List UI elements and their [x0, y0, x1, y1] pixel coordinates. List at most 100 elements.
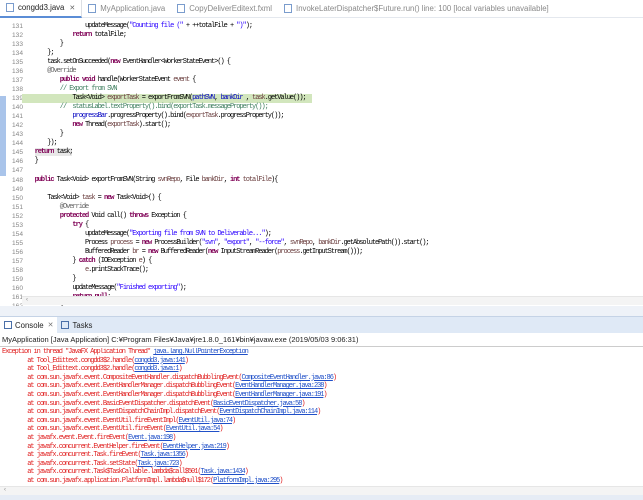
code-token: (IOException: [94, 257, 138, 265]
line-number: 134: [7, 49, 23, 58]
paren: ): [279, 477, 282, 484]
stack-frame: at javafx.concurrent.Task.fireEvent(Task…: [0, 451, 643, 460]
code-token: "Exporting file from SVN to Deliverable.…: [129, 230, 264, 238]
code-token: }: [22, 157, 38, 165]
source-link[interactable]: EventDispatchChainImpl.java:114: [219, 408, 317, 416]
close-icon[interactable]: ✕: [69, 4, 75, 12]
code-line: 152 protected Void call() throws Excepti…: [0, 212, 643, 221]
code-token: = exportFromSVN(: [139, 94, 193, 102]
tab-console[interactable]: Console✕: [0, 317, 57, 333]
editor-tab[interactable]: InvokeLaterDispatcher$Future.run() line:…: [278, 0, 555, 18]
code-token: .progressProperty().bind(: [107, 112, 186, 120]
editor-horizontal-scrollbar[interactable]: ‹: [22, 296, 643, 305]
source-link[interactable]: Task.java:723: [138, 460, 179, 468]
code-line: 160 updateMessage("Finished exporting");: [0, 284, 643, 293]
stack-frame: at com.sun.javafx.event.EventUtil.fireEv…: [0, 425, 643, 434]
at-prefix: at: [2, 357, 37, 365]
tab-tasks[interactable]: Tasks: [57, 317, 96, 333]
editor-tab[interactable]: congdd3.java✕: [0, 0, 82, 18]
source-link[interactable]: EventUtil.java:74: [178, 417, 232, 425]
stack-frame: at com.sun.javafx.application.PlatformIm…: [0, 477, 643, 484]
editor-tab[interactable]: CopyDeliverEditext.fxml: [171, 0, 278, 18]
source-link[interactable]: BasicEventDispatcher.java:58: [213, 400, 301, 408]
source-link[interactable]: CompositeEventHandler.java:86: [241, 374, 332, 382]
line-number: 144: [7, 139, 23, 148]
code-token: bankDir: [202, 176, 224, 184]
code-token: Task<Void> exportFromSVN(String: [54, 176, 158, 184]
source-link[interactable]: congdd3.java:141: [134, 357, 184, 365]
code-line: 141 progressBar.progressProperty().bind(…: [0, 112, 643, 121]
java-file-icon: [6, 3, 14, 12]
source-link[interactable]: EventUtil.java:54: [166, 425, 220, 433]
code-line: 143 }: [0, 130, 643, 139]
code-token: "export": [224, 239, 249, 247]
code-token: // statusLabel.textProperty().bind(expor…: [22, 103, 268, 111]
line-number: 139: [7, 94, 23, 103]
line-number: 142: [7, 121, 23, 130]
code-editor[interactable]: 131 updateMessage("Counting file (" + ++…: [0, 19, 643, 306]
code-token: public void: [22, 76, 94, 84]
code-text: public void handle(WorkerStateEvent even…: [22, 76, 195, 85]
code-text: @Override: [22, 67, 76, 76]
paren: ): [178, 365, 181, 373]
code-token: new: [142, 239, 151, 247]
paren: ): [323, 382, 326, 390]
code-text: try {: [22, 221, 88, 230]
code-token: new: [104, 194, 113, 202]
code-token: bankDir: [221, 94, 243, 102]
paren: ): [185, 451, 188, 459]
editor-tab-bar: congdd3.java✕ MyApplication.java CopyDeliv…: [0, 0, 643, 18]
line-number: 131: [7, 22, 23, 31]
tab-label: MyApplication.java: [100, 4, 165, 13]
code-line: 132 return totalFile;: [0, 31, 643, 40]
console-output[interactable]: Exception in thread "JavaFX Application …: [0, 348, 643, 484]
code-token: .progressProperty());: [217, 112, 283, 120]
source-link[interactable]: Task.java:1356: [141, 451, 185, 459]
line-number: 146: [7, 157, 23, 166]
at-prefix: at: [2, 477, 37, 484]
source-link[interactable]: EventHandlerManager.java:191: [235, 391, 323, 399]
code-token: {: [189, 76, 195, 84]
code-text: public Task<Void> exportFromSVN(String s…: [22, 176, 277, 185]
close-icon[interactable]: ✕: [48, 321, 54, 329]
code-token: return: [35, 148, 54, 156]
code-line: 150 Task<Void> task = new Task<Void>() {: [0, 194, 643, 203]
code-line: 147: [0, 166, 643, 175]
code-token: InputStreamReader(: [217, 248, 277, 256]
line-number: 141: [7, 112, 23, 121]
source-link[interactable]: Event.java:198: [128, 434, 172, 442]
code-text: }: [22, 40, 63, 49]
code-token: totalFile;: [91, 31, 126, 39]
paren: ): [178, 460, 181, 468]
code-line: 131 updateMessage("Counting file (" + ++…: [0, 22, 643, 31]
code-token: + ++totalFile +: [183, 22, 237, 30]
code-text: }: [22, 157, 38, 166]
source-link[interactable]: Task.java:1434: [201, 468, 245, 476]
paren: ): [232, 417, 235, 425]
source-link[interactable]: PlatformImpl.java:295: [213, 477, 279, 484]
code-token: , File: [180, 176, 202, 184]
code-token: protected: [22, 212, 88, 220]
console-horizontal-scrollbar[interactable]: ‹: [0, 486, 643, 495]
source-link[interactable]: EventHandlerManager.java:238: [235, 382, 323, 390]
code-token: BufferedReader(: [158, 248, 208, 256]
exception-link[interactable]: java.lang.NullPointerException: [153, 348, 248, 356]
code-line: 139 Task<Void> exportTask = exportFromSV…: [0, 94, 643, 103]
code-text: Process process = new ProcessBuilder("sv…: [22, 239, 429, 248]
paren: ): [301, 400, 304, 408]
code-token: @Override: [22, 203, 88, 211]
paren: ): [219, 425, 222, 433]
source-link[interactable]: EventHelper.java:219: [163, 443, 226, 451]
at-prefix: at: [2, 382, 37, 390]
line-number: 155: [7, 239, 23, 248]
line-number: 132: [7, 31, 23, 40]
code-text: Task<Void> task = new Task<Void>() {: [22, 194, 161, 203]
line-number: 160: [7, 284, 23, 293]
source-link[interactable]: congdd3.java:1: [134, 365, 178, 373]
at-prefix: at: [2, 374, 37, 382]
line-number: 135: [7, 58, 23, 67]
at-prefix: at: [2, 425, 37, 433]
stack-frame: at com.sun.javafx.event.CompositeEventHa…: [0, 374, 643, 383]
editor-tab[interactable]: MyApplication.java: [82, 0, 171, 18]
code-token: ).start();: [139, 121, 171, 129]
